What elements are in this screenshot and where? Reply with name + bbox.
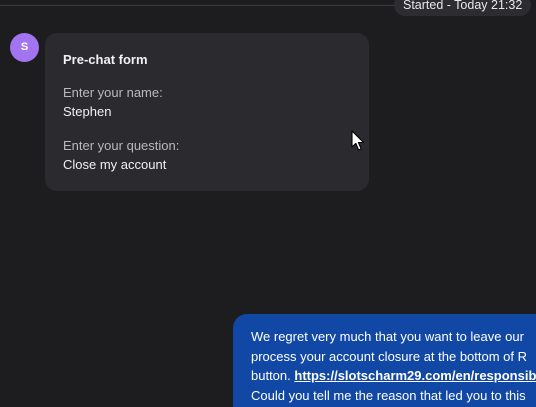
chat-started-status-text: Started - Today 21:32 bbox=[403, 0, 523, 12]
chat-transcript: Started - Today 21:32 S Pre-chat form En… bbox=[0, 0, 536, 407]
question-field-label: Enter your question: bbox=[63, 138, 180, 153]
visitor-avatar-initial: S bbox=[20, 41, 29, 53]
agent-message-line: Could you tell me the reason that led yo… bbox=[251, 387, 526, 403]
agent-message-text: button. bbox=[251, 368, 295, 383]
timeline-divider bbox=[0, 5, 395, 6]
agent-message-line: button. https://slotscharm29.com/en/resp… bbox=[251, 366, 536, 386]
agent-message-bubble: We regret very much that you want to lea… bbox=[233, 314, 536, 407]
chat-started-status-pill: Started - Today 21:32 bbox=[394, 0, 532, 16]
name-field-value: Stephen bbox=[63, 104, 112, 119]
prechat-form-title: Pre-chat form bbox=[63, 52, 148, 67]
visitor-avatar: S bbox=[10, 33, 39, 62]
agent-message-line: process your account closure at the bott… bbox=[251, 348, 528, 364]
name-field-label: Enter your name: bbox=[63, 85, 163, 100]
agent-message-line: We regret very much that you want to lea… bbox=[251, 329, 524, 344]
responsible-gaming-link[interactable]: https://slotscharm29.com/en/responsib bbox=[294, 368, 536, 383]
prechat-form-card: Pre-chat form Enter your name: Stephen E… bbox=[45, 33, 369, 191]
mouse-pointer-icon bbox=[351, 130, 365, 151]
question-field-value: Close my account bbox=[63, 157, 167, 172]
